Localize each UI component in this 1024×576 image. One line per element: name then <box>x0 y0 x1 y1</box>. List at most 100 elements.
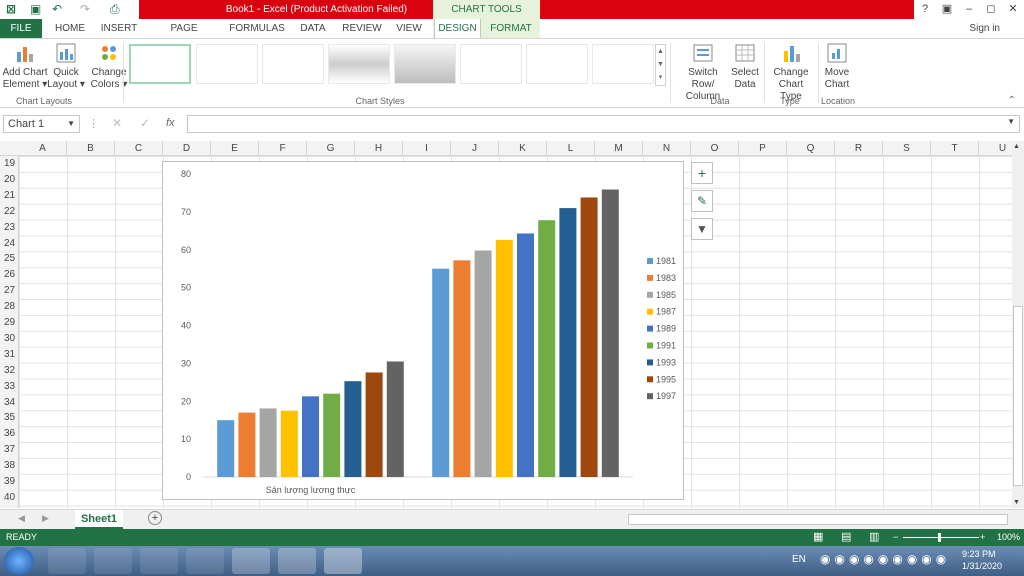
expand-formula-icon[interactable]: ▼ <box>1007 117 1015 126</box>
add-chart-element-button[interactable]: Add Chart Element ▾ <box>2 42 48 91</box>
chart-elements-plus-icon[interactable]: + <box>691 162 713 184</box>
tab-file[interactable]: FILE <box>0 19 42 38</box>
row-header[interactable]: 34 <box>0 395 19 410</box>
row-header[interactable]: 22 <box>0 204 19 219</box>
insert-function-icon[interactable]: fx <box>166 117 175 129</box>
row-header[interactable]: 25 <box>0 251 19 266</box>
column-header[interactable]: D <box>163 141 211 156</box>
zoom-slider-thumb[interactable] <box>938 533 941 542</box>
save-icon[interactable]: ▣ <box>30 2 41 17</box>
file-explorer-icon[interactable] <box>94 548 132 574</box>
tab-format[interactable]: FORMAT <box>483 19 539 38</box>
column-header[interactable]: A <box>19 141 67 156</box>
minimize-icon[interactable]: – <box>958 0 980 19</box>
start-button-icon[interactable] <box>4 547 34 575</box>
page-layout-view-icon[interactable]: ▤ <box>841 529 851 546</box>
row-header[interactable]: 31 <box>0 347 19 362</box>
row-header[interactable]: 36 <box>0 426 19 441</box>
zoom-in-icon[interactable]: + <box>980 529 985 546</box>
redo-icon[interactable]: ↷ <box>80 2 90 17</box>
excel-taskbar-icon[interactable] <box>324 548 362 574</box>
scroll-down-icon[interactable]: ▼ <box>1013 499 1020 506</box>
chart-style-4[interactable] <box>328 44 390 84</box>
column-header[interactable]: O <box>691 141 739 156</box>
column-header[interactable]: B <box>67 141 115 156</box>
row-header[interactable]: 20 <box>0 172 19 187</box>
column-header[interactable]: R <box>835 141 883 156</box>
chart-style-1[interactable] <box>129 44 191 84</box>
column-header[interactable]: S <box>883 141 931 156</box>
select-data-button[interactable]: Select Data <box>730 42 760 91</box>
enter-icon[interactable]: ✓ <box>140 116 150 130</box>
column-header[interactable]: H <box>355 141 403 156</box>
help-icon[interactable]: ? <box>914 0 936 19</box>
collapse-ribbon-icon[interactable]: ⌃ <box>1008 95 1016 106</box>
column-header[interactable]: T <box>931 141 979 156</box>
tab-formulas[interactable]: FORMULAS <box>228 19 286 38</box>
row-header[interactable]: 38 <box>0 458 19 473</box>
tab-page-layout[interactable]: PAGE LAYOUT <box>150 19 218 53</box>
chart-style-7[interactable] <box>526 44 588 84</box>
row-header[interactable]: 37 <box>0 442 19 457</box>
chart-style-5[interactable] <box>394 44 456 84</box>
chart-filters-icon[interactable]: ▼ <box>691 218 713 240</box>
system-tray-icons[interactable]: ◉◉◉◉◉◉◉◉◉ <box>820 552 950 566</box>
print-preview-icon[interactable]: ⎙ <box>110 2 120 17</box>
new-sheet-icon[interactable]: + <box>148 511 162 525</box>
column-header[interactable]: L <box>547 141 595 156</box>
row-header[interactable]: 19 <box>0 156 19 171</box>
row-header[interactable]: 29 <box>0 315 19 330</box>
normal-view-icon[interactable]: ▦ <box>813 529 823 546</box>
column-header[interactable]: M <box>595 141 643 156</box>
column-header[interactable]: E <box>211 141 259 156</box>
chart-styles-brush-icon[interactable]: ✎ <box>691 190 713 212</box>
row-header[interactable]: 24 <box>0 236 19 251</box>
chevron-down-icon[interactable]: ▼ <box>67 116 75 132</box>
chart-style-2[interactable] <box>196 44 258 84</box>
column-header[interactable]: N <box>643 141 691 156</box>
horizontal-scrollbar[interactable] <box>628 514 1008 525</box>
chart-styles-scroll[interactable]: ▲ ▼ ▾ <box>655 44 666 86</box>
row-header[interactable]: 33 <box>0 379 19 394</box>
name-box[interactable]: Chart 1 ▼ <box>3 115 80 133</box>
cancel-icon[interactable]: ✕ <box>112 116 122 130</box>
chart-style-8[interactable] <box>592 44 654 84</box>
row-header[interactable]: 27 <box>0 283 19 298</box>
row-header[interactable]: 23 <box>0 220 19 235</box>
column-header[interactable]: Q <box>787 141 835 156</box>
row-header[interactable]: 35 <box>0 410 19 425</box>
row-header[interactable]: 26 <box>0 267 19 282</box>
sigma-app-icon[interactable] <box>278 548 316 574</box>
tab-home[interactable]: HOME <box>52 19 88 38</box>
formula-input[interactable]: ▼ <box>187 115 1020 133</box>
next-sheet-icon[interactable]: ▶ <box>42 513 49 524</box>
internet-explorer-icon[interactable] <box>48 548 86 574</box>
switch-row-column-button[interactable]: Switch Row/ Column <box>676 42 730 103</box>
move-chart-button[interactable]: Move Chart <box>821 42 853 91</box>
zoom-out-icon[interactable]: − <box>893 529 898 546</box>
zoom-level[interactable]: 100% <box>997 529 1020 546</box>
column-header[interactable]: I <box>403 141 451 156</box>
chart-style-3[interactable] <box>262 44 324 84</box>
chart-area[interactable]: 0 10 20 30 40 50 60 70 80 Sản lượng lương thực 198… <box>162 161 684 500</box>
page-break-view-icon[interactable]: ▥ <box>869 529 879 546</box>
ribbon-display-icon[interactable]: ▣ <box>936 0 958 19</box>
row-header[interactable]: 30 <box>0 331 19 346</box>
app-green-icon[interactable] <box>232 548 270 574</box>
row-header[interactable]: 39 <box>0 474 19 489</box>
row-header[interactable]: 40 <box>0 490 19 505</box>
row-header[interactable]: 21 <box>0 188 19 203</box>
column-header[interactable]: G <box>307 141 355 156</box>
scroll-up-icon[interactable]: ▲ <box>1013 143 1020 150</box>
close-icon[interactable]: ✕ <box>1002 0 1024 19</box>
sign-in-link[interactable]: Sign in <box>969 19 1000 38</box>
scroll-thumb[interactable] <box>1013 306 1023 486</box>
tab-insert[interactable]: INSERT <box>98 19 140 38</box>
tab-design[interactable]: DESIGN <box>434 19 481 38</box>
language-indicator[interactable]: EN <box>792 554 806 565</box>
quick-layout-button[interactable]: Quick Layout ▾ <box>46 42 86 91</box>
media-player-icon[interactable] <box>140 548 178 574</box>
restore-icon[interactable]: ◻ <box>980 0 1002 19</box>
undo-icon[interactable]: ↶ <box>52 2 62 17</box>
change-chart-type-button[interactable]: Change Chart Type <box>767 42 815 103</box>
